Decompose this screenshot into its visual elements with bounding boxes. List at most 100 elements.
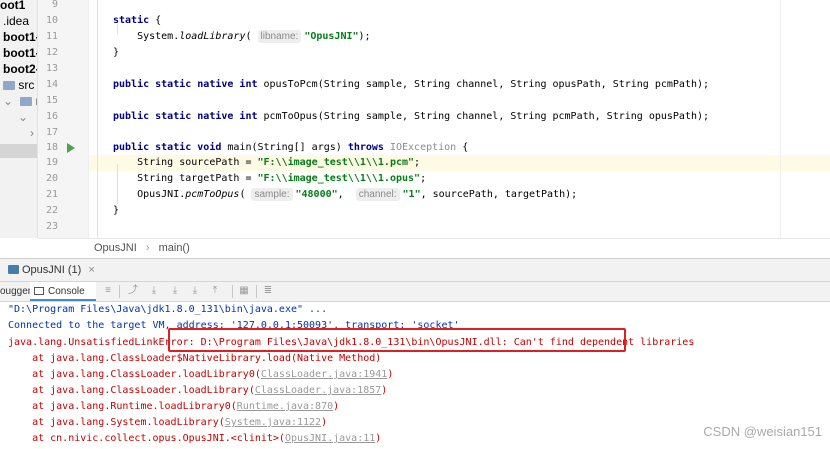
line-number: 23: [45, 221, 58, 232]
line-number: 19: [45, 157, 58, 168]
run-tab-label: OpusJNI (1): [22, 264, 82, 276]
toolbar-divider: [256, 285, 257, 298]
debug-toolbar: ougger Console ≡ ⤴ ⤓ ⤓ ⤓ ⤒ ▦ ≣: [0, 282, 830, 302]
chevron-down-icon[interactable]: ⌄: [18, 109, 28, 125]
stack-frame-link[interactable]: ClassLoader.java:1941: [261, 369, 387, 380]
stack-frame-text: ): [381, 385, 388, 396]
parameter-hint: libname:: [257, 30, 302, 43]
tab-console[interactable]: Console: [30, 282, 96, 301]
code-line[interactable]: String sourcePath = "F:\\image_test\\1\\…: [113, 155, 420, 171]
code-token: pcmToOpus: [185, 189, 240, 200]
line-number: 16: [45, 111, 58, 122]
folder-icon: [3, 81, 15, 90]
step-into-icon[interactable]: ⤓: [169, 285, 181, 297]
code-line[interactable]: System.loadLibrary( libname: "OpusJNI");: [113, 29, 371, 45]
menu-icon[interactable]: ≡: [102, 285, 114, 297]
stack-frame-text: ): [321, 417, 328, 428]
code-token: public static native int: [113, 79, 264, 90]
code-token: {: [155, 15, 162, 26]
editor-gutter: 9 10 11 12 13 14 15 16 17 18 19 20 21 22…: [38, 0, 88, 238]
code-token: "48000": [295, 189, 338, 200]
stack-frame-link[interactable]: System.java:1122: [225, 417, 321, 428]
console-line: at java.lang.System.loadLibrary(System.j…: [8, 415, 327, 431]
stack-frame-link[interactable]: Runtime.java:870: [237, 401, 333, 412]
toolbar-divider: [232, 285, 233, 298]
code-token: public static native int: [113, 111, 264, 122]
threads-icon[interactable]: ≣: [262, 285, 274, 297]
console-line: at java.lang.Runtime.loadLibrary0(Runtim…: [8, 399, 339, 415]
code-token: String sourcePath =: [113, 157, 258, 168]
chevron-right-icon[interactable]: ›: [30, 125, 34, 141]
breadcrumb-class[interactable]: OpusJNI: [94, 242, 137, 254]
project-item-label: boot2-s: [3, 62, 37, 76]
line-number: 9: [51, 0, 58, 10]
force-step-into-icon[interactable]: ⤓: [189, 285, 201, 297]
code-token: "OpusJNI": [304, 31, 359, 42]
project-item-boot1-s[interactable]: boot1-s: [3, 45, 37, 61]
stack-frame-text: ): [333, 401, 340, 412]
evaluate-expression-icon[interactable]: ▦: [238, 285, 250, 297]
console-line: at java.lang.ClassLoader.loadLibrary0(Cl…: [8, 367, 393, 383]
drop-frame-icon[interactable]: [214, 285, 226, 297]
code-token: IOException: [389, 142, 463, 153]
stack-frame-text: at java.lang.ClassLoader.loadLibrary(: [8, 385, 255, 396]
project-item-label: boot1-c: [3, 30, 37, 44]
code-token: {: [462, 142, 469, 153]
code-token: opusToPcm(String sample, String channel,…: [263, 79, 710, 90]
code-line[interactable]: public static void main(String[] args) t…: [113, 140, 468, 156]
project-item-boot2-s[interactable]: boot2-s: [3, 61, 37, 77]
stack-frame-text: at java.lang.ClassLoader$NativeLibrary.l…: [8, 353, 382, 364]
project-item-expander[interactable]: ⌄ m: [3, 93, 37, 109]
tab-console-label: Console: [48, 286, 85, 297]
run-panel-header: OpusJNI (1) ×: [0, 258, 830, 282]
code-token: );: [358, 31, 371, 42]
stack-frame-text: ): [387, 369, 394, 380]
line-number: 22: [45, 205, 58, 216]
line-number: 18: [45, 142, 58, 153]
code-editor[interactable]: static { System.loadLibrary( libname: "Op…: [89, 0, 830, 238]
stack-frame-link[interactable]: ClassLoader.java:1857: [255, 385, 381, 396]
code-token: ,: [337, 189, 356, 200]
line-number: 14: [45, 79, 58, 90]
parameter-hint: sample:: [251, 188, 293, 201]
tab-debugger-label: ougger: [0, 286, 32, 297]
breadcrumb-separator: ›: [145, 242, 150, 254]
project-root-label: oot1: [0, 0, 26, 12]
stack-frame-text: at java.lang.ClassLoader.loadLibrary0(: [8, 369, 261, 380]
right-margin-guide: [780, 0, 781, 238]
project-root-item[interactable]: oot1: [0, 0, 25, 13]
run-gutter-icon[interactable]: [67, 143, 75, 153]
project-item-src[interactable]: src: [3, 77, 34, 93]
run-config-icon: [8, 265, 19, 274]
breadcrumb-method[interactable]: main(): [159, 242, 190, 254]
project-selected-row[interactable]: [0, 144, 37, 158]
code-line[interactable]: OpusJNI.pcmToOpus( sample: "48000", chann…: [113, 187, 577, 203]
code-token: static: [113, 15, 156, 26]
project-item-label: boot1-s: [3, 46, 37, 60]
error-highlight-box: [168, 328, 626, 352]
code-token: "1": [402, 189, 421, 200]
run-tab[interactable]: OpusJNI (1) ×: [6, 259, 95, 281]
stack-frame-link[interactable]: OpusJNI.java:11: [285, 433, 375, 444]
console-line: at java.lang.ClassLoader$NativeLibrary.l…: [8, 351, 381, 367]
indent-guide: [97, 0, 98, 238]
code-line[interactable]: }: [113, 45, 119, 61]
show-execution-point-icon[interactable]: ⤴: [127, 285, 139, 297]
step-over-icon[interactable]: ⤓: [148, 285, 160, 297]
line-number: 15: [45, 95, 58, 106]
code-line[interactable]: String targetPath = "F:\\image_test\\1\\…: [113, 171, 426, 187]
project-item-boot1-c[interactable]: boot1-c: [3, 29, 37, 45]
code-token: ;: [414, 157, 421, 168]
project-item-label: .idea: [3, 14, 30, 28]
breadcrumb: OpusJNI › main(): [38, 238, 830, 258]
code-line[interactable]: public static native int pcmToOpus(Strin…: [113, 109, 709, 125]
stack-frame-text: at cn.nivic.collect.opus.OpusJNI.<clinit…: [8, 433, 285, 444]
code-line[interactable]: }: [113, 203, 119, 219]
close-icon[interactable]: ×: [88, 264, 94, 276]
code-line[interactable]: public static native int opusToPcm(Strin…: [113, 77, 709, 93]
project-item-idea[interactable]: .idea: [3, 13, 29, 29]
line-number: 13: [45, 63, 58, 74]
code-token: OpusJNI.: [113, 189, 186, 200]
tab-debugger[interactable]: ougger: [0, 282, 32, 301]
code-line[interactable]: static {: [113, 13, 161, 29]
